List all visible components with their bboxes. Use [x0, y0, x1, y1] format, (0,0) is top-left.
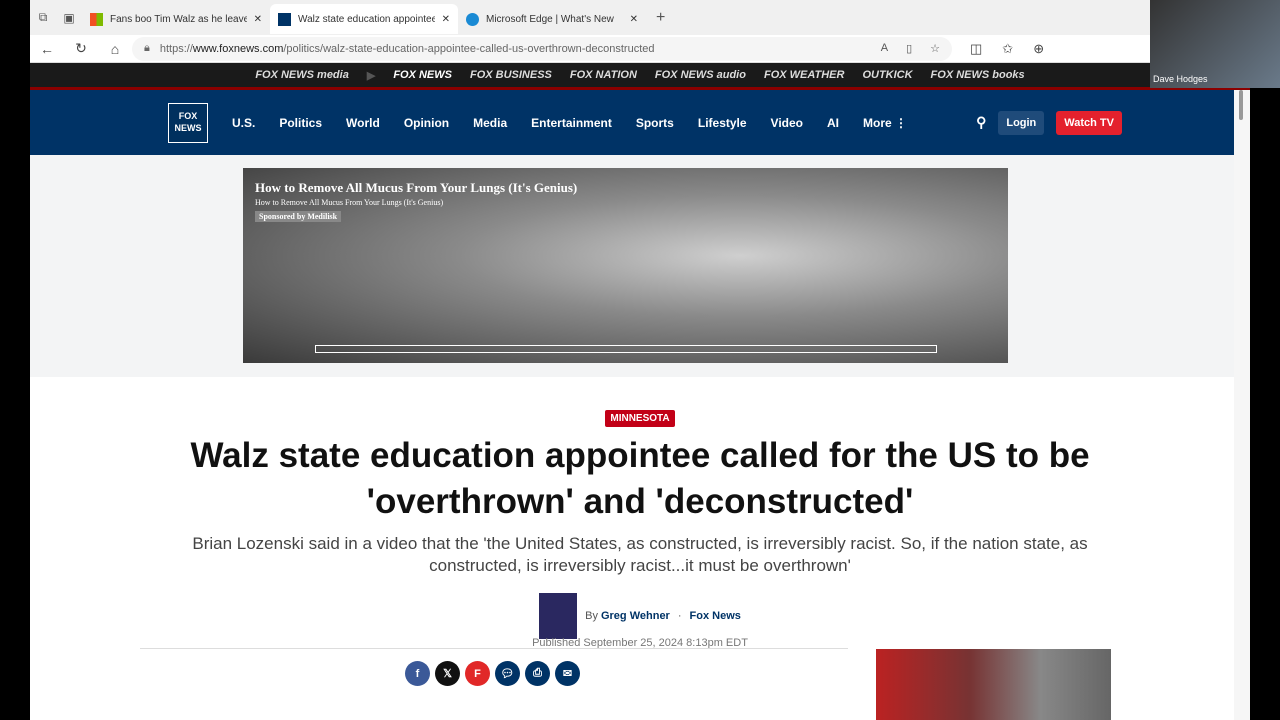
- video-ad[interactable]: How to Remove All Mucus From Your Lungs …: [243, 168, 1008, 363]
- refresh-icon[interactable]: ↻: [64, 40, 98, 57]
- nav-video[interactable]: Video: [771, 116, 803, 130]
- byline: By Greg Wehner · Fox News: [30, 593, 1250, 639]
- read-aloud-icon[interactable]: A: [881, 42, 888, 55]
- webcam-overlay: Dave Hodges: [1150, 0, 1280, 88]
- network-link[interactable]: FOX BUSINESS: [470, 69, 552, 81]
- collections-icon[interactable]: ⊕: [1033, 41, 1044, 57]
- network-link[interactable]: OUTKICK: [862, 69, 912, 81]
- nav-lifestyle[interactable]: Lifestyle: [698, 116, 747, 130]
- workspaces-icon[interactable]: ⧉: [30, 10, 56, 25]
- nav-world[interactable]: World: [346, 116, 380, 130]
- separator-dot: ·: [677, 610, 682, 622]
- login-button[interactable]: Login: [998, 110, 1045, 135]
- email-icon[interactable]: ✉: [555, 661, 580, 686]
- fox-network-bar: FOX NEWS media ▶ FOX NEWS FOX BUSINESS F…: [30, 63, 1250, 90]
- article-header: MINNESOTA Walz state education appointee…: [30, 377, 1250, 649]
- search-icon[interactable]: ⚲: [976, 114, 986, 131]
- back-icon[interactable]: ←: [30, 41, 64, 57]
- network-link[interactable]: FOX NEWS audio: [655, 69, 746, 81]
- webcam-name: Dave Hodges: [1153, 74, 1208, 84]
- edge-favicon: [466, 12, 479, 26]
- msn-favicon: [90, 12, 103, 26]
- flipboard-share-icon[interactable]: F: [465, 661, 490, 686]
- divider: [140, 648, 848, 649]
- browser-window: ⧉ ▣ Fans boo Tim Walz as he leaves M ✕ W…: [30, 0, 1250, 720]
- tab-bar: ⧉ ▣ Fans boo Tim Walz as he leaves M ✕ W…: [30, 0, 1250, 35]
- ad-progress-bar[interactable]: [315, 345, 937, 353]
- facebook-share-icon[interactable]: f: [405, 661, 430, 686]
- nav-opinion[interactable]: Opinion: [404, 116, 449, 130]
- scrollbar[interactable]: [1234, 90, 1250, 720]
- watch-tv-button[interactable]: Watch TV: [1056, 110, 1122, 135]
- close-tab-icon[interactable]: ✕: [630, 14, 638, 25]
- favorite-star-icon[interactable]: ☆: [930, 42, 940, 55]
- network-link[interactable]: FOX NEWS media: [255, 69, 349, 81]
- nav-us[interactable]: U.S.: [232, 116, 255, 130]
- split-screen-icon[interactable]: ◫: [970, 41, 982, 57]
- network-link[interactable]: FOX NATION: [570, 69, 637, 81]
- tab-actions-icon[interactable]: ▣: [56, 11, 82, 25]
- url-path: /politics/walz-state-education-appointee…: [283, 42, 655, 55]
- close-tab-icon[interactable]: ✕: [442, 14, 450, 25]
- ad-sponsor: Sponsored by Medilisk: [255, 211, 342, 222]
- nav-media[interactable]: Media: [473, 116, 507, 130]
- author-link[interactable]: Greg Wehner: [601, 610, 670, 622]
- main-nav: U.S. Politics World Opinion Media Entert…: [232, 116, 907, 130]
- print-icon[interactable]: ⎙: [525, 661, 550, 686]
- comment-icon[interactable]: 💬︎: [495, 661, 520, 686]
- tab-edge-whats-new[interactable]: Microsoft Edge | What's New ✕: [458, 4, 646, 34]
- sidebar-thumbnail[interactable]: [876, 649, 1111, 720]
- ad-subtitle: How to Remove All Mucus From Your Lungs …: [255, 198, 444, 207]
- outlet-link[interactable]: Fox News: [690, 610, 741, 622]
- fox-favicon: [278, 12, 291, 26]
- address-bar-row: ← ↻ ⌂ 🔒︎ https://www.foxnews.com/politic…: [30, 35, 1250, 63]
- favorites-icon[interactable]: ✩: [1002, 41, 1013, 57]
- tab-fans-boo[interactable]: Fans boo Tim Walz as he leaves M ✕: [82, 4, 270, 34]
- network-link[interactable]: FOX NEWS: [393, 69, 452, 81]
- tab-title: Microsoft Edge | What's New: [486, 13, 614, 25]
- subheadline: Brian Lozenski said in a video that the …: [192, 534, 1088, 575]
- x-share-icon[interactable]: 𝕏: [435, 661, 460, 686]
- headline: Walz state education appointee called fo…: [190, 436, 1090, 521]
- network-link[interactable]: FOX WEATHER: [764, 69, 844, 81]
- home-icon[interactable]: ⌂: [98, 41, 132, 57]
- tab-walz-article[interactable]: Walz state education appointee c ✕: [270, 4, 458, 34]
- url-domain: www.foxnews.com: [192, 42, 284, 55]
- close-tab-icon[interactable]: ✕: [254, 14, 262, 25]
- tab-title: Walz state education appointee c: [298, 13, 435, 25]
- immersive-reader-icon[interactable]: ▯: [906, 42, 912, 55]
- nav-sports[interactable]: Sports: [636, 116, 674, 130]
- site-header: FOX NEWS U.S. Politics World Opinion Medi…: [30, 90, 1250, 155]
- by-label: By: [585, 610, 598, 622]
- play-icon: ▶: [366, 69, 376, 82]
- nav-entertainment[interactable]: Entertainment: [531, 116, 612, 130]
- nav-ai[interactable]: AI: [827, 116, 839, 130]
- tab-title: Fans boo Tim Walz as he leaves M: [110, 13, 247, 25]
- ad-region: How to Remove All Mucus From Your Lungs …: [30, 155, 1250, 377]
- network-link[interactable]: FOX NEWS books: [931, 69, 1025, 81]
- lock-icon: 🔒︎: [144, 42, 150, 54]
- ad-title: How to Remove All Mucus From Your Lungs …: [255, 180, 578, 195]
- url-prefix: https://: [159, 42, 193, 55]
- url-input[interactable]: 🔒︎ https://www.foxnews.com/politics/walz…: [132, 36, 952, 61]
- author-avatar: [539, 593, 578, 639]
- share-buttons: f 𝕏 F 💬︎ ⎙ ✉: [405, 661, 580, 686]
- category-tag[interactable]: MINNESOTA: [605, 410, 675, 427]
- new-tab-button[interactable]: +: [646, 9, 675, 27]
- nav-more[interactable]: More ⋮: [863, 116, 907, 130]
- nav-politics[interactable]: Politics: [279, 116, 322, 130]
- fox-news-logo[interactable]: FOX NEWS: [168, 102, 208, 143]
